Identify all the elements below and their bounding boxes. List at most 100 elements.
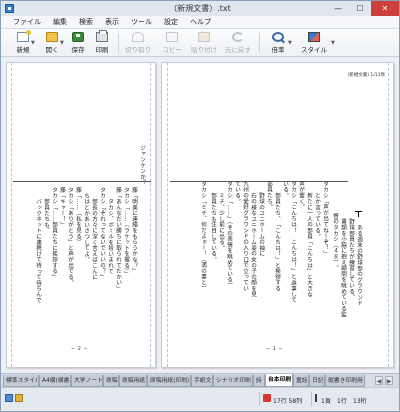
window-controls: — ☐ ✕: [327, 1, 399, 16]
text-column: 部長の方々に深く言えばこんに: [91, 193, 97, 280]
page-status: 1頁: [321, 398, 331, 405]
zoom-button[interactable]: 倍率: [267, 30, 289, 56]
tab-style[interactable]: 原稿用紙: [119, 375, 147, 387]
note-icon[interactable]: [15, 394, 23, 402]
zoom-label: 倍率: [271, 46, 285, 54]
folder-icon: [46, 32, 58, 42]
text-column: 新たに一人の部員「こんちは」と大きな: [306, 187, 312, 298]
tab-style[interactable]: A4横(横書き): [39, 375, 71, 387]
page-margin-guide: [150, 63, 151, 367]
scissors-icon: [132, 32, 144, 42]
paste-button[interactable]: 貼り付け: [189, 30, 219, 56]
tab-style[interactable]: シナリオ印刷: [213, 375, 253, 387]
status-bar: 17行 58列 1頁 1行 13桁: [1, 387, 399, 411]
tab-scroll-left-icon[interactable]: ◀: [375, 376, 383, 385]
text-column: 野球のユニホームの袖に: [258, 187, 264, 257]
new-dropdown-arrow-icon[interactable]: ▼: [31, 40, 35, 46]
clipboard-icon: [198, 32, 210, 42]
text-column: とか言っている。: [314, 187, 320, 240]
text-column: 部員たちも注目している。: [210, 187, 216, 263]
text-column: 石の様なユニホーム姿の女の子の顔を見: [250, 187, 256, 298]
open-dropdown-arrow-icon[interactable]: ▼: [60, 40, 64, 46]
zoom-dropdown-arrow-icon[interactable]: ▼: [288, 40, 292, 46]
copy-button[interactable]: コピー: [159, 30, 185, 56]
total-status: 13桁: [353, 398, 367, 405]
text-column: ある週末の野球部のグラウンド: [356, 219, 362, 306]
text-column: 部員たちも、: [43, 193, 49, 234]
save-icon: [72, 32, 84, 42]
tab-style[interactable]: 原稿用紙(印刷): [147, 375, 191, 387]
editor-window: （新規文書）.txt — ☐ ✕ ファイル 編集 検索 表示 ツール 設定 ヘル…: [0, 0, 400, 412]
tab-style-active[interactable]: 台本印刷: [265, 374, 293, 387]
tab-style[interactable]: 詩: [253, 375, 265, 387]
tab-scroll-right-icon[interactable]: ▶: [385, 376, 393, 385]
text-column: 藤「キャー！」: [59, 187, 65, 228]
tab-style[interactable]: 標準スタイル: [3, 375, 39, 387]
page-2[interactable]: ジャンケンか？ 藤「明美に連絡をもらうかな？」 タカシ「……（ラケットを握る）」…: [6, 62, 156, 368]
menu-help[interactable]: ヘルプ: [184, 16, 217, 29]
cut-label: 切り取り: [125, 46, 151, 54]
menu-search[interactable]: 検索: [73, 16, 99, 29]
tab-style[interactable]: 手紙文: [191, 375, 213, 387]
text-divider-line: [13, 181, 151, 182]
tab-style[interactable]: 童話: [293, 375, 309, 387]
text-column: 声が響く。: [298, 181, 304, 210]
menu-tools[interactable]: ツール: [125, 16, 158, 29]
tab-style[interactable]: 日記: [309, 375, 325, 387]
text-column: タカシ「……」（その表情を眺めている）: [226, 181, 232, 289]
open-label: 開く: [45, 46, 59, 54]
undo-button[interactable]: 元に戻す: [223, 30, 253, 56]
tab-style[interactable]: 縦書き印刷用: [325, 375, 365, 387]
copy-icon: [166, 32, 178, 42]
page-number: − ２ −: [71, 346, 88, 352]
document-status-icon[interactable]: [5, 394, 13, 402]
text-column: バックネットに連携けて待って待ちんで: [35, 193, 41, 304]
style-icon: [308, 32, 320, 42]
new-label: 新規: [16, 46, 30, 54]
text-column: ミチ、少し前に出る。: [218, 187, 224, 251]
page-margin-guide: [11, 63, 12, 367]
text-column: タカシ「……部員たちに挨拶する」: [51, 187, 57, 280]
text-column: ちはとかあいさつしてよ。: [83, 193, 89, 263]
text-column: タカシ「それってないでいいの？」: [99, 187, 105, 280]
page-number: − １ −: [266, 346, 283, 352]
tab-style[interactable]: 大学ノート: [71, 375, 103, 387]
undo-icon: [232, 32, 244, 42]
text-column: 野球部員たちが練習している。: [348, 213, 354, 300]
style-dropdown-arrow-icon[interactable]: ▼: [331, 40, 335, 46]
minimize-button[interactable]: —: [327, 1, 349, 16]
close-button[interactable]: ✕: [371, 1, 399, 16]
toolbar-separator: [118, 33, 119, 53]
text-column: タカシ「ありがとう」と声が出でる。: [67, 187, 73, 286]
line-column-status: 17行 58列: [273, 398, 303, 405]
toolbar: 新規 ▼ 開く ▼ 保存 印刷 切り取り コピー 貼り付け 元に戻す 倍率 ▼ …: [1, 29, 399, 57]
menu-view[interactable]: 表示: [99, 16, 125, 29]
text-column: 藤「明美に連絡をもらうかな？」: [131, 187, 137, 274]
text-column: ている。: [234, 181, 240, 205]
menu-settings[interactable]: 設定: [158, 16, 184, 29]
undo-label: 元に戻す: [225, 46, 251, 54]
tab-style[interactable]: 原稿: [103, 375, 119, 387]
magnifier-icon: [272, 32, 284, 42]
style-tabs: 標準スタイル A4横(横書き) 大学ノート 原稿 原稿用紙 原稿用紙(印刷) 手…: [1, 373, 399, 387]
status-divider: [311, 392, 312, 406]
title-bar: （新規文書）.txt — ☐ ✕: [1, 1, 399, 16]
text-cursor: [358, 211, 359, 217]
maximize-button[interactable]: ☐: [349, 1, 371, 16]
page-marker-icon: [315, 394, 317, 402]
page-1[interactable]: (新規文書) 1/13頁 ある週末の野球部のグラウンド 野球部員たちが練習してい…: [161, 62, 394, 368]
save-button[interactable]: 保存: [67, 30, 89, 56]
page-margin-guide: [167, 63, 168, 367]
document-area[interactable]: ジャンケンか？ 藤「明美に連絡をもらうかな？」 タカシ「……（ラケットを握る）」…: [1, 58, 399, 373]
line-status: 1行: [337, 398, 347, 405]
text-column: 藤「……（私を見る）: [75, 187, 81, 245]
print-button[interactable]: 印刷: [91, 30, 113, 56]
style-button[interactable]: スタイル: [297, 30, 331, 56]
cursor-position-icon: [263, 394, 271, 402]
menu-edit[interactable]: 編集: [47, 16, 73, 29]
cut-button[interactable]: 切り取り: [123, 30, 153, 56]
menu-file[interactable]: ファイル: [7, 16, 47, 29]
text-column: 部員たち、「こんちは！」と挨拶する: [274, 187, 280, 292]
text-column: タカシ「こんちは！ こんちは！」と返事して: [290, 181, 296, 303]
save-label: 保存: [71, 46, 85, 54]
